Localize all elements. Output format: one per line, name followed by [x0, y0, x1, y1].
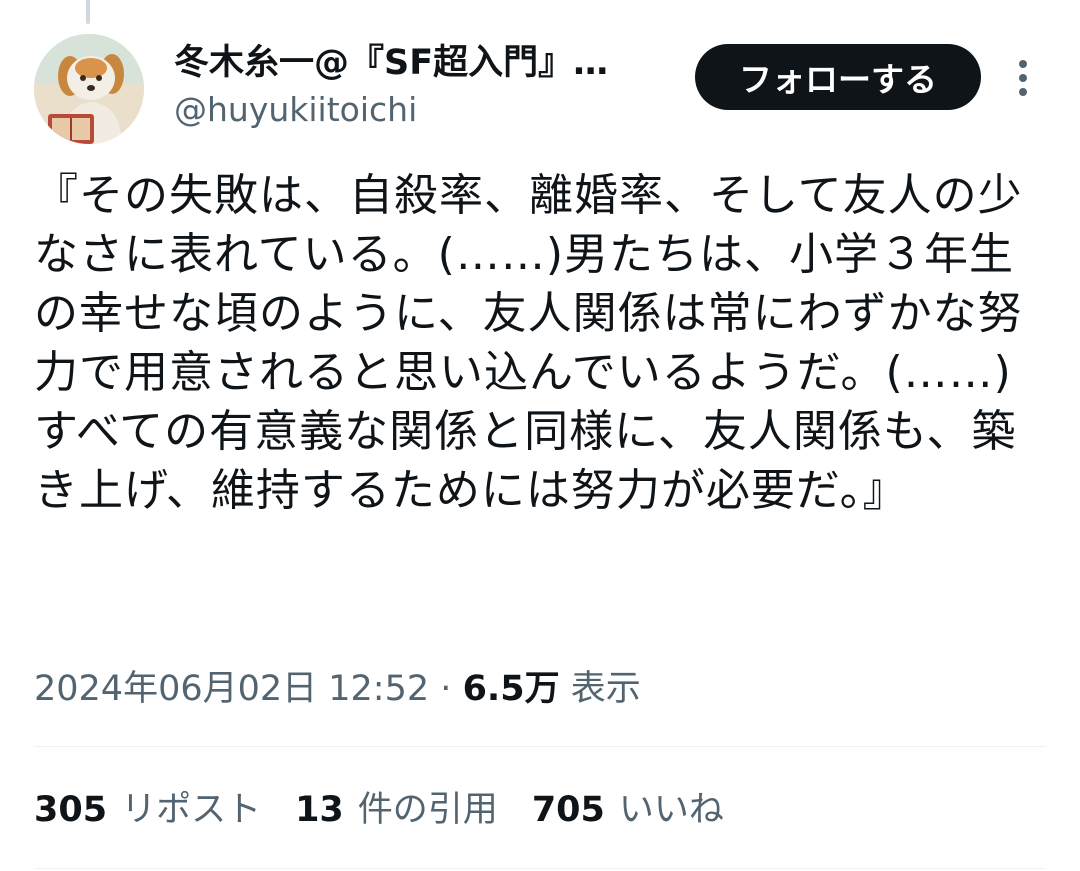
- tweet-meta: 2024年06月02日 12:52 · 6.5万 表示: [34, 664, 641, 714]
- avatar-image: [34, 34, 144, 144]
- quotes-stat[interactable]: 13 件の引用: [295, 784, 498, 836]
- quotes-label: 件の引用: [357, 790, 498, 830]
- thread-connector-line: [86, 0, 90, 24]
- likes-stat[interactable]: 705 いいね: [532, 784, 724, 836]
- reposts-stat[interactable]: 305 リポスト: [34, 784, 261, 836]
- views-count: 6.5万: [462, 669, 560, 709]
- tweet-text: 『その失敗は、自殺率、離婚率、そして友人の少なさに表れている。(……)男たちは、…: [34, 170, 1023, 516]
- likes-count: 705: [531, 790, 605, 830]
- divider: [34, 746, 1046, 747]
- avatar[interactable]: [34, 34, 144, 144]
- tweet-header: 冬木糸一@『SF超入門』… @huyukiitoichi フォローする: [34, 34, 1046, 146]
- more-vertical-icon[interactable]: [1010, 56, 1036, 100]
- views-label: 表示: [570, 669, 641, 709]
- likes-label: いいね: [618, 790, 724, 830]
- engagement-stats: 305 リポスト 13 件の引用 705 いいね: [34, 784, 758, 836]
- display-name[interactable]: 冬木糸一@『SF超入門』…: [174, 38, 674, 88]
- divider: [34, 868, 1046, 869]
- tweet-timestamp[interactable]: 2024年06月02日 12:52: [34, 669, 429, 709]
- meta-separator: ·: [440, 669, 452, 709]
- reposts-label: リポスト: [121, 790, 262, 830]
- follow-button[interactable]: フォローする: [695, 44, 981, 110]
- quotes-count: 13: [295, 790, 344, 830]
- user-handle[interactable]: @huyukiitoichi: [174, 88, 674, 132]
- reposts-count: 305: [34, 790, 108, 830]
- user-info[interactable]: 冬木糸一@『SF超入門』… @huyukiitoichi: [174, 38, 674, 132]
